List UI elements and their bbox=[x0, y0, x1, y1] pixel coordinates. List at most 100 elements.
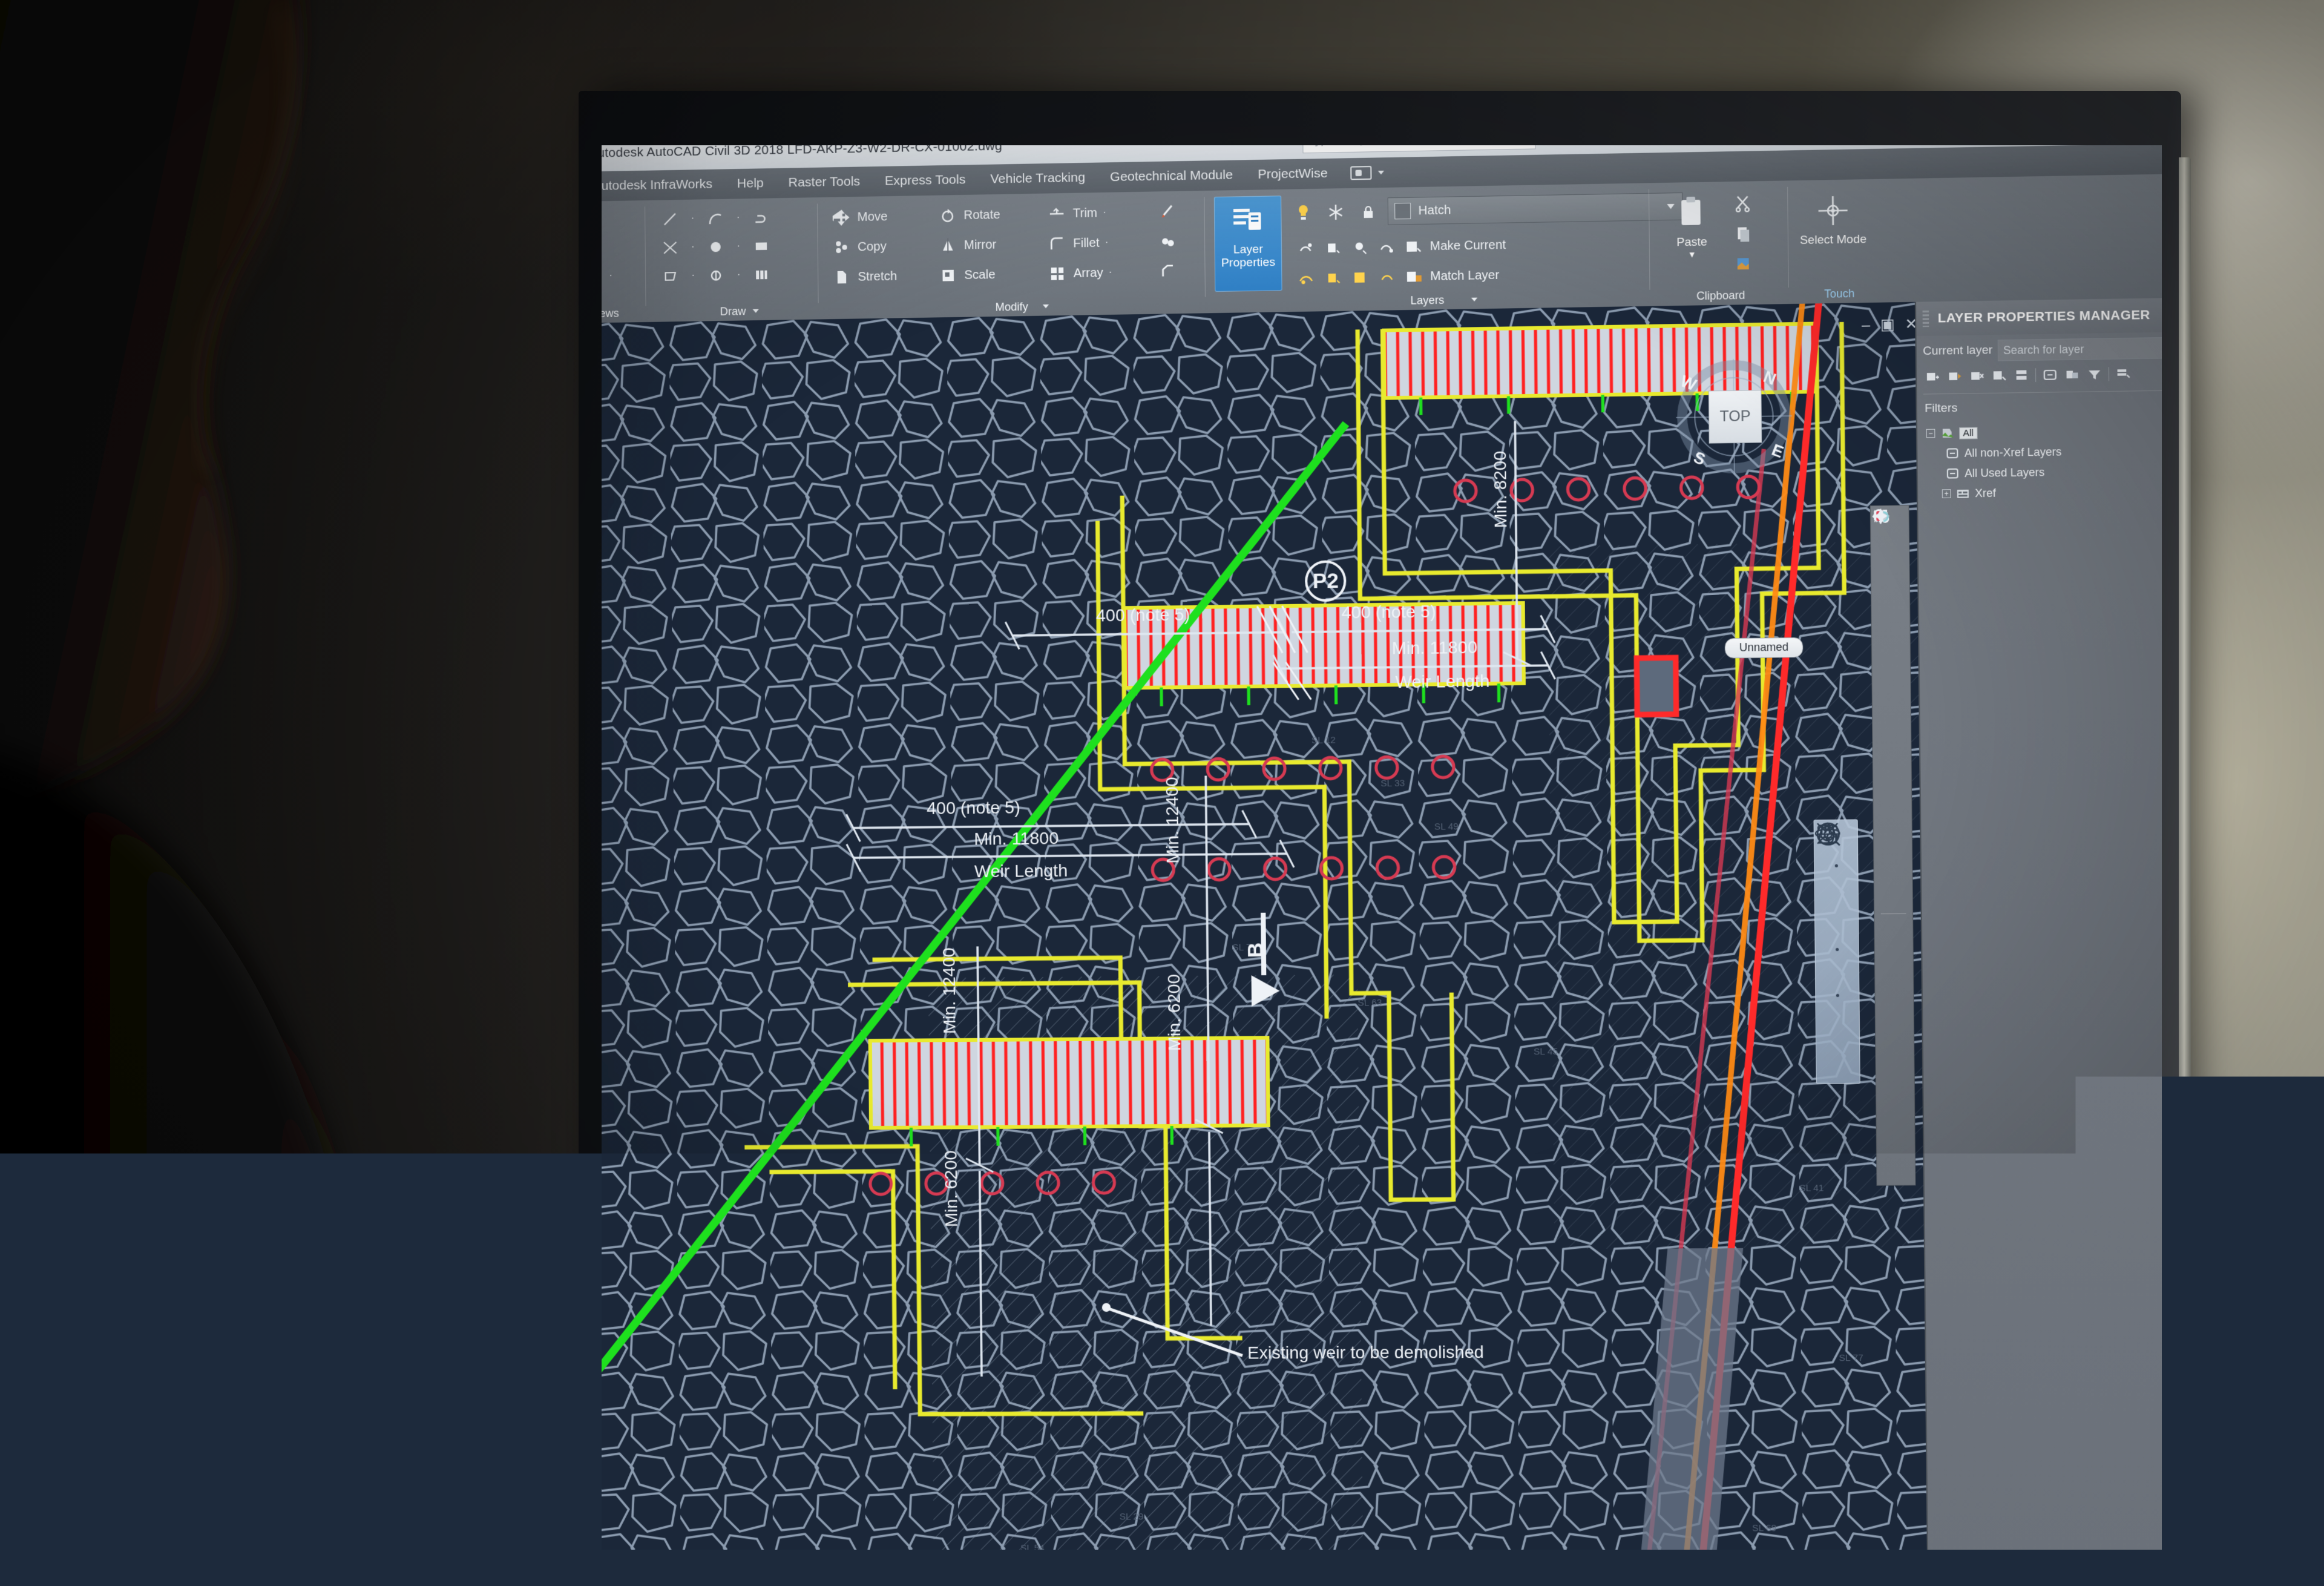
layer-properties-button[interactable]: Layer Properties bbox=[1214, 196, 1282, 292]
arc-icon[interactable] bbox=[703, 205, 729, 232]
layer-freeze-icon[interactable] bbox=[1322, 199, 1349, 225]
ray-icon[interactable] bbox=[657, 234, 683, 261]
show-motion-icon[interactable] bbox=[1821, 1002, 1854, 1035]
layer-lock-obj-icon[interactable] bbox=[1376, 237, 1397, 257]
pan-hand-icon[interactable] bbox=[1820, 872, 1853, 906]
filter-invert-icon[interactable] bbox=[2086, 366, 2103, 383]
navigation-bar[interactable] bbox=[1814, 819, 1860, 1084]
layer-isolate-icon[interactable] bbox=[1295, 239, 1316, 258]
workspace-switch-icon[interactable] bbox=[1350, 166, 1371, 180]
layer-search-placeholder: Search for layer bbox=[2003, 343, 2084, 357]
layer-thaw-icon[interactable] bbox=[1322, 268, 1344, 288]
view-cube-top-face[interactable]: TOP bbox=[1709, 390, 1762, 444]
delete-layer-icon[interactable] bbox=[1969, 367, 1986, 384]
tree-node-all-used-layers[interactable]: All Used Layers bbox=[1926, 460, 2162, 484]
copy-link-button[interactable] bbox=[1732, 251, 1754, 277]
menu-item-help[interactable]: Help bbox=[724, 176, 776, 191]
draw-dot-1-icon: · bbox=[688, 206, 698, 232]
set-current-layer-icon[interactable] bbox=[1991, 367, 2008, 384]
current-layer-select[interactable]: Hatch bbox=[1388, 192, 1683, 225]
tool-copy-icon[interactable] bbox=[1876, 541, 1905, 570]
paste-dropdown-icon[interactable]: ▾ bbox=[1689, 249, 1695, 260]
modify-toolbar[interactable] bbox=[1870, 505, 1916, 1186]
layer-on-off-icon[interactable] bbox=[1290, 199, 1317, 226]
tool-mirror-icon[interactable] bbox=[1876, 571, 1905, 601]
filter-props-icon[interactable] bbox=[2041, 367, 2058, 384]
array-button[interactable]: Array · bbox=[1046, 260, 1115, 287]
cut-button[interactable] bbox=[1732, 190, 1753, 217]
chamfer-icon bbox=[1157, 262, 1178, 281]
zoom-extents-icon[interactable] bbox=[1820, 910, 1853, 943]
stretch-button[interactable]: Stretch bbox=[831, 263, 897, 291]
rectangle-icon[interactable] bbox=[657, 263, 683, 290]
tool-chamfer-icon[interactable] bbox=[1879, 849, 1908, 878]
view-cube[interactable]: TOP N E S W bbox=[1670, 353, 1797, 481]
viewport-minimize-button[interactable]: – bbox=[1862, 318, 1870, 333]
explode-button[interactable] bbox=[1157, 199, 1178, 225]
layer-unlock-icon[interactable] bbox=[1376, 268, 1397, 287]
circle-icon[interactable] bbox=[703, 234, 729, 260]
fillet-button[interactable]: Fillet · bbox=[1046, 229, 1115, 257]
layer-states-icon[interactable] bbox=[2013, 367, 2030, 384]
tool-offset-icon[interactable] bbox=[1876, 602, 1906, 631]
menu-item-vehicle-tracking[interactable]: Vehicle Tracking bbox=[978, 170, 1098, 187]
layer-turn-on-icon[interactable] bbox=[1350, 268, 1371, 288]
expand-icon[interactable]: + bbox=[1942, 489, 1951, 498]
new-layer-icon[interactable] bbox=[1925, 368, 1941, 384]
copy-link-icon bbox=[1732, 254, 1754, 274]
tool-extend-icon[interactable] bbox=[1878, 818, 1908, 847]
tool-properties-icon[interactable] bbox=[1879, 918, 1909, 947]
annotation-min-8200: Min. 8200 bbox=[1490, 451, 1511, 528]
tool-array-icon[interactable] bbox=[1876, 633, 1906, 662]
tool-move-icon[interactable] bbox=[1877, 664, 1906, 693]
join-button[interactable] bbox=[1157, 229, 1178, 255]
annotation-weir-length-b: Weir Length bbox=[974, 861, 1068, 881]
match-layer-icon[interactable] bbox=[1403, 267, 1425, 286]
paste-button[interactable]: Paste ▾ bbox=[1657, 188, 1726, 285]
layer-freeze-obj-icon[interactable] bbox=[1322, 239, 1344, 258]
chevron-down-icon[interactable] bbox=[1377, 171, 1384, 174]
menu-item-projectwise[interactable]: ProjectWise bbox=[1246, 166, 1341, 183]
menu-item-raster-tools[interactable]: Raster Tools bbox=[776, 174, 873, 190]
tool-stretch-icon[interactable] bbox=[1877, 757, 1907, 786]
viewport-restore-button[interactable]: ▣ bbox=[1880, 317, 1895, 332]
expand-icon[interactable]: − bbox=[1926, 429, 1935, 438]
mirror-button[interactable]: Mirror bbox=[937, 232, 1001, 259]
copy-label: Copy bbox=[858, 240, 887, 254]
line-icon[interactable] bbox=[657, 206, 683, 232]
select-mode-button[interactable]: Select Mode bbox=[1799, 185, 1868, 282]
menu-item-express-tools[interactable]: Express Tools bbox=[873, 172, 978, 189]
tool-rotate-icon[interactable] bbox=[1877, 695, 1906, 724]
layer-lock-icon[interactable] bbox=[1355, 199, 1382, 225]
tool-trim-icon[interactable] bbox=[1878, 788, 1908, 817]
new-layer-vp-frozen-icon[interactable] bbox=[1946, 368, 1963, 384]
layer-unisolate-icon[interactable] bbox=[1296, 269, 1317, 288]
tool-scale-icon[interactable] bbox=[1877, 726, 1907, 755]
rotate-label: Rotate bbox=[963, 208, 1000, 223]
layer-settings-icon[interactable] bbox=[2115, 366, 2132, 383]
polygon-icon[interactable] bbox=[703, 262, 729, 289]
move-button[interactable]: Move bbox=[830, 203, 896, 231]
tool-explode-icon[interactable] bbox=[1879, 880, 1908, 909]
make-current-icon[interactable] bbox=[1403, 237, 1424, 257]
chamfer-button[interactable] bbox=[1157, 258, 1178, 285]
layer-search-input[interactable]: Search for layer bbox=[1997, 337, 2162, 361]
gradient-icon[interactable] bbox=[749, 262, 775, 288]
tree-node-xref[interactable]: + Xref bbox=[1927, 480, 2162, 504]
trim-button[interactable]: Trim · bbox=[1046, 200, 1114, 227]
orbit-icon[interactable] bbox=[1820, 956, 1854, 989]
menu-item-geotechnical-module[interactable]: Geotechnical Module bbox=[1097, 168, 1245, 185]
tree-node-all-non-xref-layers[interactable]: All non-Xref Layers bbox=[1926, 440, 2162, 464]
panel-grip-icon[interactable] bbox=[1923, 311, 1929, 327]
polyline-icon[interactable] bbox=[748, 205, 774, 231]
tree-node-all[interactable]: − All bbox=[1926, 420, 2162, 444]
hatch-icon[interactable] bbox=[748, 233, 774, 260]
copy-button[interactable]: Copy bbox=[831, 234, 897, 261]
filter-group-icon[interactable] bbox=[2064, 366, 2081, 383]
copy-clip-button[interactable] bbox=[1732, 220, 1754, 247]
rotate-button[interactable]: Rotate bbox=[937, 202, 1000, 229]
menu-item-infraworks[interactable]: Autodesk InfraWorks bbox=[602, 177, 725, 194]
search-help-input[interactable]: Type a keyword or phrase bbox=[1302, 145, 1535, 153]
scale-button[interactable]: Scale bbox=[937, 262, 1001, 289]
layer-off-obj-icon[interactable] bbox=[1349, 238, 1370, 257]
